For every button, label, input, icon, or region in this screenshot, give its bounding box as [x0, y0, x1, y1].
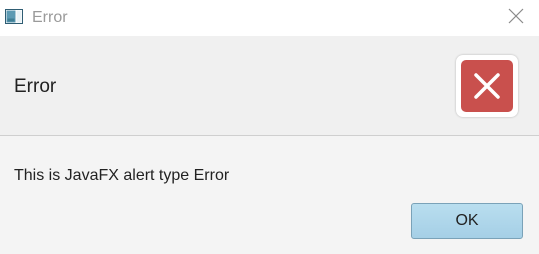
error-x-icon — [461, 60, 513, 112]
error-icon-frame — [456, 55, 518, 117]
ok-button[interactable]: OK — [411, 203, 523, 239]
close-icon — [508, 8, 524, 29]
title-bar[interactable]: Error — [0, 0, 539, 36]
window-title: Error — [32, 9, 68, 26]
alert-header-text: Error — [14, 76, 57, 97]
app-icon — [5, 9, 23, 24]
window-close-button[interactable] — [493, 0, 539, 36]
alert-window: Error Error This is JavaFX alert type Er… — [0, 0, 539, 254]
alert-header-panel: Error — [0, 36, 539, 136]
alert-content-text: This is JavaFX alert type Error — [14, 167, 230, 184]
